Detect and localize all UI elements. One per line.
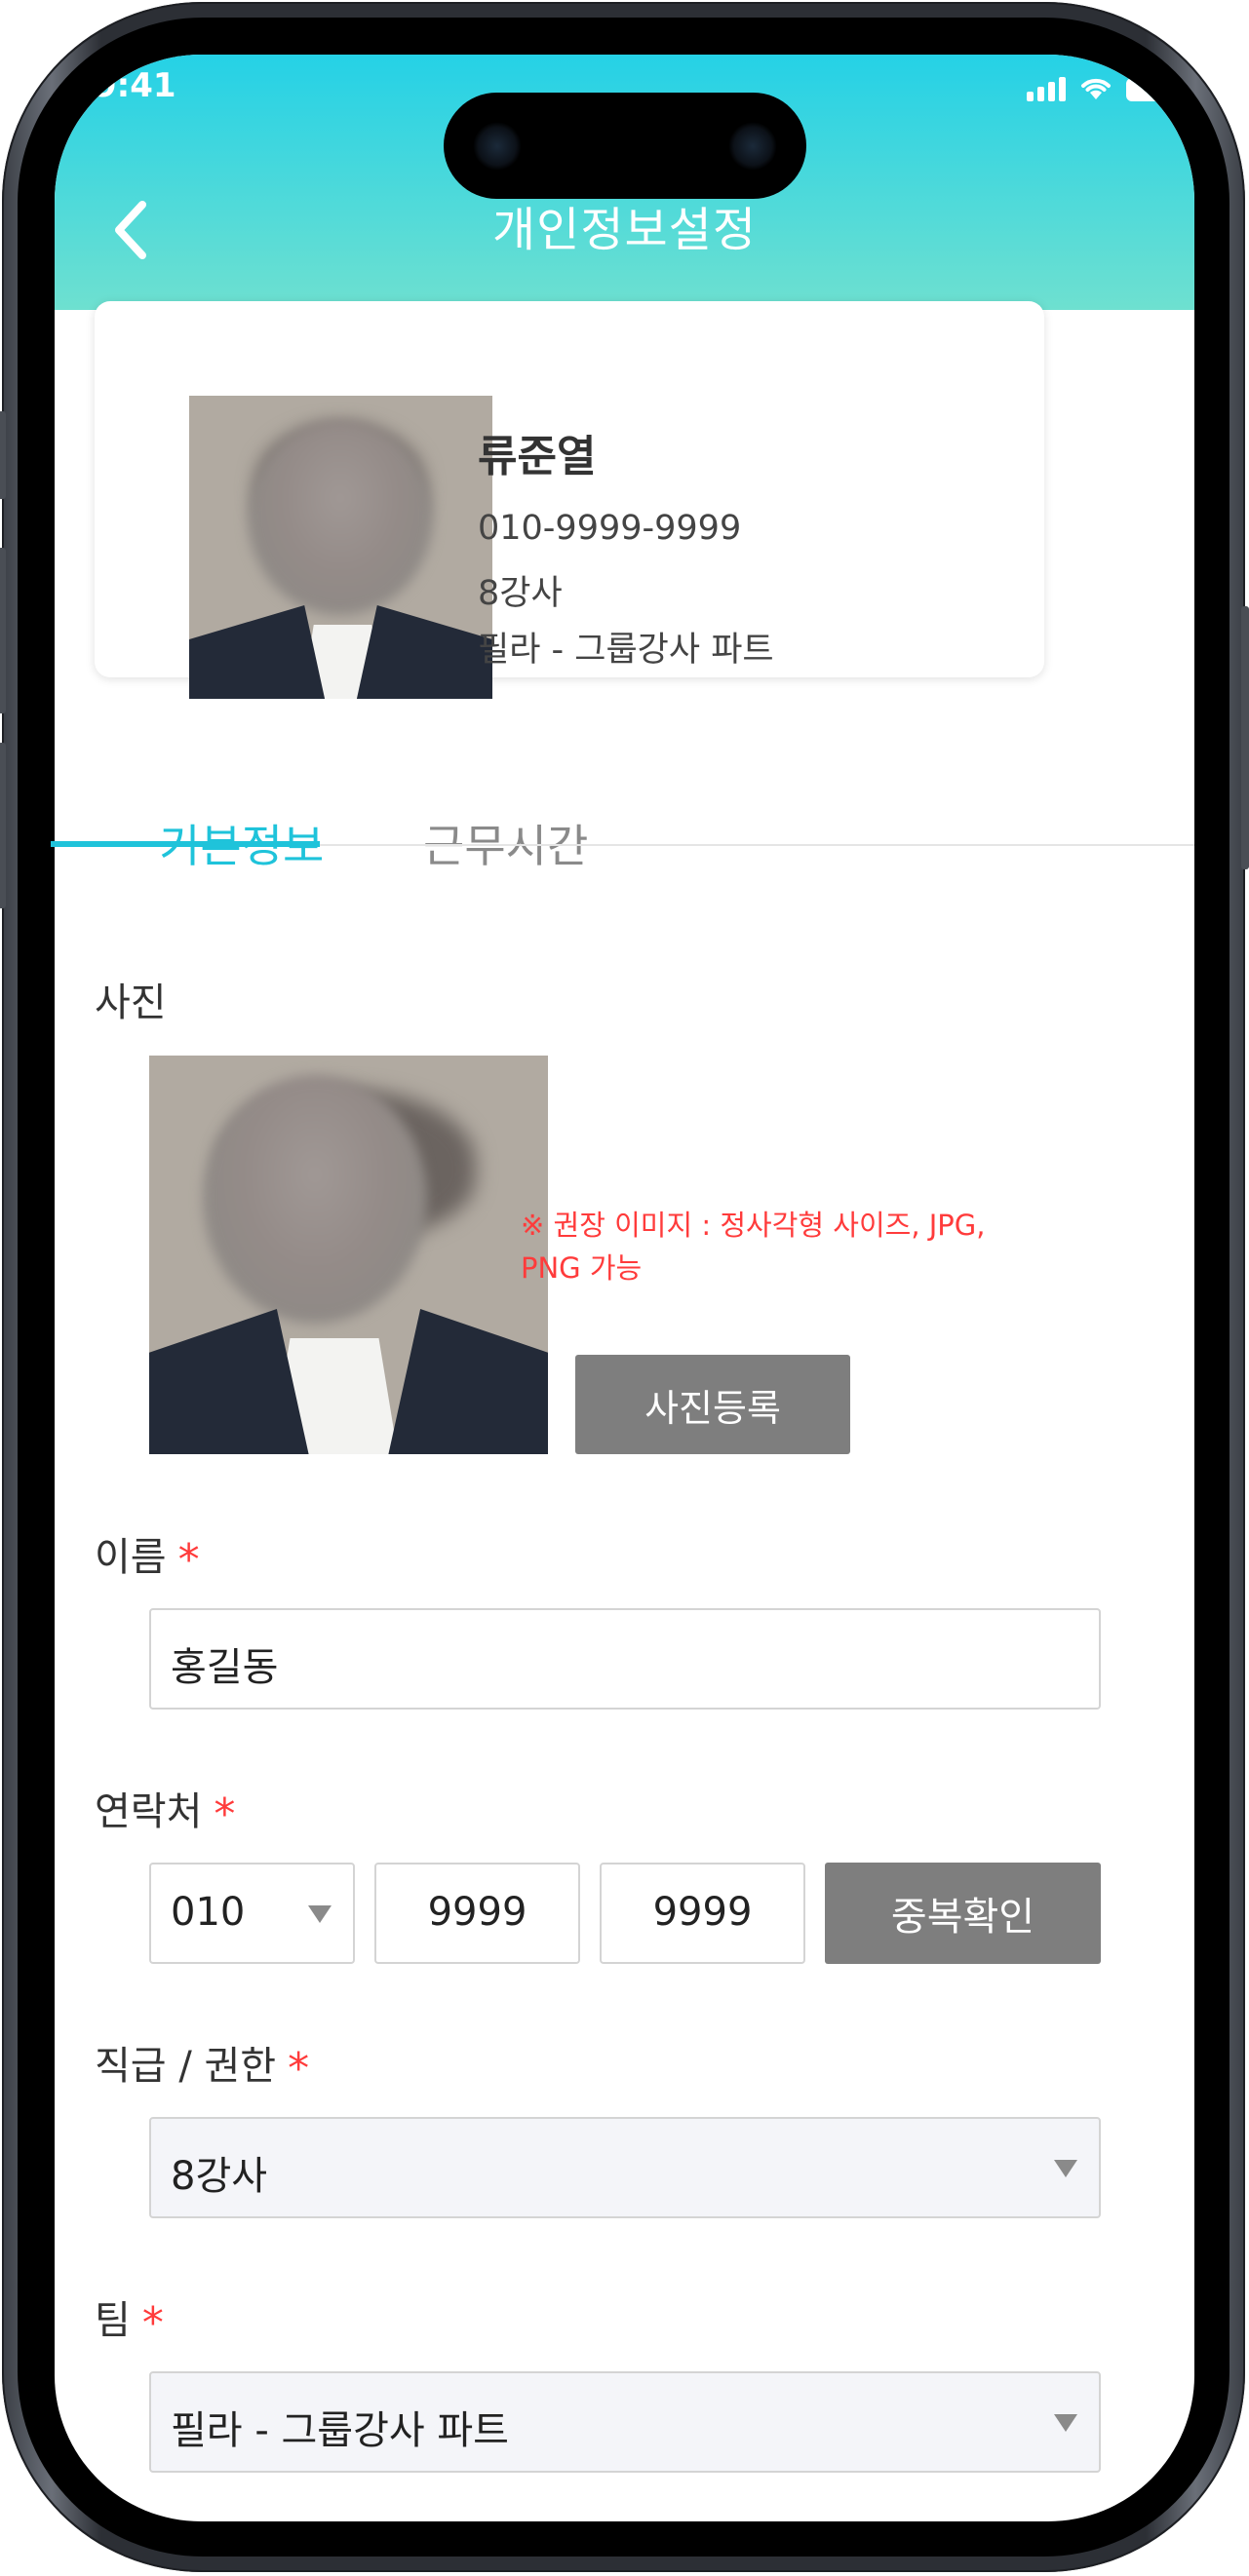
caret-down-icon — [1054, 2414, 1077, 2432]
volume-up-button — [0, 548, 6, 713]
required-mark: * — [214, 1788, 236, 1839]
photo-upload-button[interactable]: 사진등록 — [575, 1355, 850, 1454]
photo-label: 사진 — [95, 980, 167, 1025]
photo-preview — [149, 1056, 548, 1454]
required-mark: * — [177, 1534, 200, 1585]
side-button — [0, 411, 6, 499]
name-input-value: 홍길동 — [171, 1645, 279, 1690]
status-icons — [1027, 76, 1165, 101]
team-select-value: 필라 - 그룹강사 파트 — [171, 2408, 509, 2453]
caret-down-icon — [308, 1905, 332, 1923]
volume-down-button — [0, 743, 6, 908]
status-time: 9:41 — [94, 66, 176, 105]
front-camera-icon — [728, 122, 777, 171]
rank-select[interactable]: 8강사 — [149, 2117, 1101, 2218]
wifi-icon — [1081, 78, 1111, 99]
power-button — [1241, 606, 1249, 869]
required-mark: * — [141, 2297, 164, 2348]
battery-icon — [1126, 78, 1165, 101]
profile-phone: 010-9999-9999 — [478, 509, 742, 548]
contact-label: 연락처 * — [95, 1788, 236, 1839]
team-select[interactable]: 필라 - 그룹강사 파트 — [149, 2371, 1101, 2473]
phone-middle-value: 9999 — [427, 1890, 527, 1935]
caret-down-icon — [1054, 2160, 1077, 2177]
app-header: 9:41 개인정보설정 — [55, 55, 1194, 310]
page-title: 개인정보설정 — [492, 203, 757, 257]
rank-label: 직급 / 권한 * — [95, 2043, 310, 2094]
name-label: 이름 * — [95, 1534, 200, 1585]
tab-work-hours[interactable]: 근무시간 — [423, 811, 588, 875]
sensor-icon — [473, 122, 522, 171]
cellular-signal-icon — [1027, 77, 1066, 101]
profile-team: 필라 - 그룹강사 파트 — [478, 631, 774, 670]
required-mark: * — [288, 2043, 310, 2094]
profile-photo — [189, 396, 492, 699]
photo-hint: ※ 권장 이미지 : 정사각형 사이즈, JPG, PNG 가능 — [521, 1209, 986, 1285]
name-input[interactable]: 홍길동 — [149, 1608, 1101, 1710]
profile-role: 8강사 — [478, 574, 563, 613]
profile-name: 류준열 — [478, 432, 597, 481]
phone-middle-input[interactable]: 9999 — [374, 1863, 580, 1964]
active-tab-indicator — [51, 841, 320, 847]
dynamic-island — [444, 93, 806, 199]
phone-prefix-value: 010 — [171, 1890, 246, 1935]
duplicate-check-button[interactable]: 중복확인 — [825, 1863, 1101, 1964]
phone-last-input[interactable]: 9999 — [600, 1863, 805, 1964]
rank-select-value: 8강사 — [171, 2154, 268, 2199]
phone-last-value: 9999 — [652, 1890, 753, 1935]
phone-prefix-select[interactable]: 010 — [149, 1863, 355, 1964]
team-label: 팀 * — [95, 2297, 164, 2348]
